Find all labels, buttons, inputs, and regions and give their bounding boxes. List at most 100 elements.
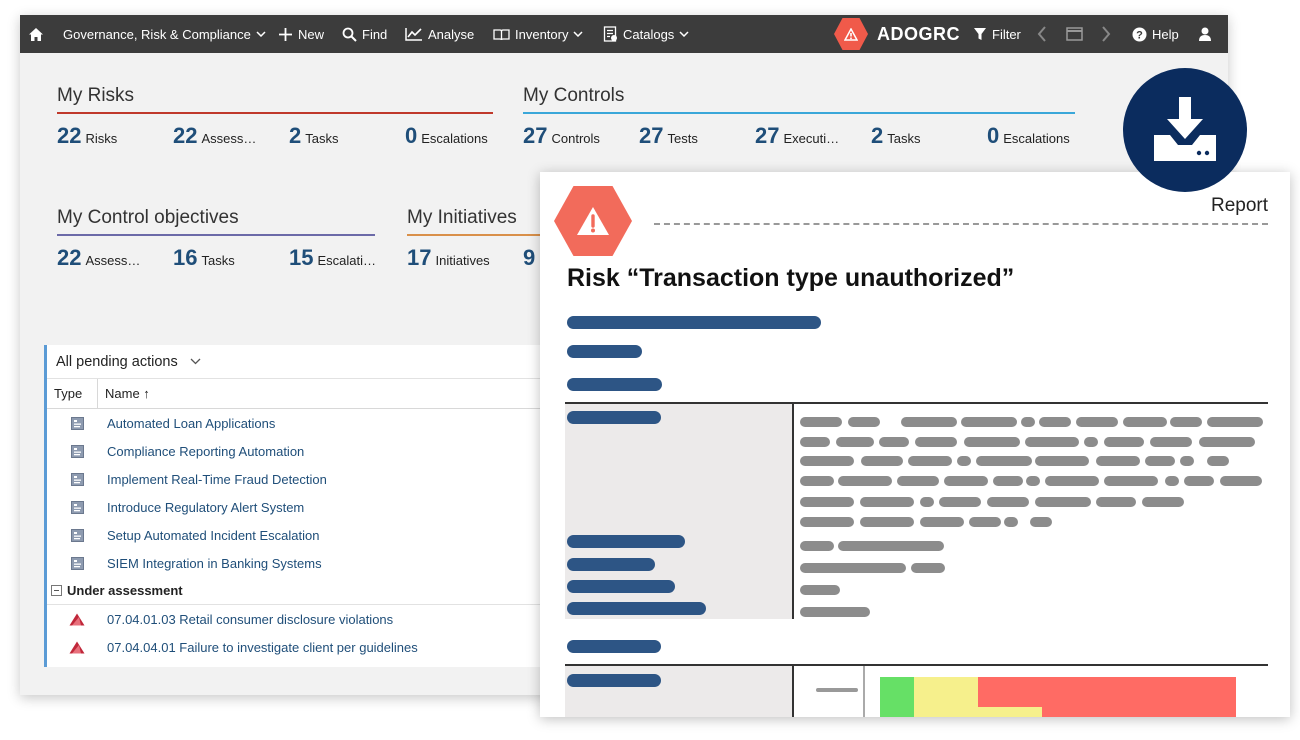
placeholder-text <box>1035 456 1089 466</box>
placeholder-text <box>861 456 903 466</box>
table-row[interactable]: 07.04.04.01 Failure to investigate clien… <box>47 633 584 661</box>
help-button[interactable]: ? Help <box>1132 15 1179 53</box>
user-button[interactable] <box>1198 15 1212 53</box>
window-button[interactable] <box>1066 15 1083 53</box>
row-name-link[interactable]: SIEM Integration in Banking Systems <box>107 556 322 571</box>
column-type[interactable]: Type <box>47 378 98 409</box>
placeholder-text <box>964 437 1020 447</box>
row-name-link[interactable]: 07.04.04.01 Failure to investigate clien… <box>107 640 418 655</box>
kpi-tasks[interactable]: 2 Tasks <box>289 123 338 149</box>
warning-icon <box>554 186 632 256</box>
download-button[interactable] <box>1123 68 1247 192</box>
placeholder-bar <box>567 674 661 687</box>
chevron-right-icon <box>1102 26 1111 42</box>
placeholder-text <box>1220 476 1262 486</box>
placeholder-text <box>976 456 1032 466</box>
placeholder-text <box>987 497 1029 507</box>
placeholder-text <box>1150 437 1192 447</box>
placeholder-text <box>800 456 854 466</box>
kpi-controls[interactable]: 27 Controls <box>523 123 600 149</box>
initiative-icon <box>47 528 107 542</box>
initiative-icon <box>47 416 107 430</box>
row-name-link[interactable]: Setup Automated Incident Escalation <box>107 528 319 543</box>
home-button[interactable] <box>28 15 44 53</box>
module-menu[interactable]: Governance, Risk & Compliance <box>63 15 266 53</box>
kpi-assessments[interactable]: 22 Assess… <box>57 245 140 271</box>
analyse-button[interactable]: Analyse <box>405 15 474 53</box>
home-icon <box>29 27 43 41</box>
placeholder-text <box>1180 456 1194 466</box>
pending-filter-label: All pending actions <box>56 353 178 370</box>
chevron-down-icon <box>190 358 201 365</box>
placeholder-bar <box>567 558 655 571</box>
new-button[interactable]: New <box>278 15 324 53</box>
kpi-tests[interactable]: 27 Tests <box>639 123 698 149</box>
kpi-escalations[interactable]: 0 Escalations <box>405 123 488 149</box>
placeholder-text <box>1076 417 1118 427</box>
widget-title: My Risks <box>57 85 493 114</box>
kpi-partial[interactable]: 9 <box>523 245 539 271</box>
divider <box>654 223 1268 225</box>
placeholder-text <box>1184 476 1214 486</box>
placeholder-text <box>969 517 1001 527</box>
row-name-link[interactable]: 07.04.01.03 Retail consumer disclosure v… <box>107 612 393 627</box>
row-name-link[interactable]: Automated Loan Applications <box>107 416 275 431</box>
table-row[interactable]: 07.04.01.03 Retail consumer disclosure v… <box>47 605 584 633</box>
search-icon <box>342 27 357 42</box>
placeholder-text <box>911 563 945 573</box>
table-row[interactable]: Implement Real-Time Fraud Detection <box>47 465 584 493</box>
placeholder-text <box>836 437 874 447</box>
placeholder-text <box>1123 417 1167 427</box>
catalogs-menu[interactable]: Catalogs <box>603 15 689 53</box>
table-row[interactable]: Introduce Regulatory Alert System <box>47 493 584 521</box>
column-name[interactable]: Name ↑ <box>98 386 150 401</box>
placeholder-text <box>1145 456 1175 466</box>
kpi-escalations[interactable]: 0 Escalations <box>987 123 1070 149</box>
kpi-initiatives[interactable]: 17 Initiatives <box>407 245 490 271</box>
warning-icon <box>834 18 868 50</box>
kpi-escalations[interactable]: 15 Escalati… <box>289 245 376 271</box>
group-under-assessment[interactable]: Under assessment <box>47 577 584 605</box>
placeholder-bar <box>567 640 661 653</box>
placeholder-text <box>800 607 870 617</box>
placeholder-tick <box>816 688 858 692</box>
placeholder-text <box>879 437 909 447</box>
placeholder-bar <box>567 602 706 615</box>
placeholder-text <box>838 476 892 486</box>
pending-filter-dropdown[interactable]: All pending actions <box>47 345 584 379</box>
table-row[interactable]: Automated Loan Applications <box>47 409 584 437</box>
collapse-icon[interactable] <box>51 585 62 596</box>
catalogs-label: Catalogs <box>623 26 675 42</box>
kpi-tasks[interactable]: 2 Tasks <box>871 123 920 149</box>
initiative-icon <box>47 444 107 458</box>
table-row[interactable]: SIEM Integration in Banking Systems <box>47 549 584 577</box>
placeholder-text <box>944 476 988 486</box>
find-button[interactable]: Find <box>342 15 387 53</box>
kpi-executions[interactable]: 27 Executi… <box>755 123 839 149</box>
kpi-tasks[interactable]: 16 Tasks <box>173 245 235 271</box>
filter-button[interactable]: Filter <box>973 15 1021 53</box>
placeholder-bar <box>567 580 675 593</box>
table-row[interactable]: Setup Automated Incident Escalation <box>47 521 584 549</box>
inventory-label: Inventory <box>515 26 569 42</box>
kpi-risks[interactable]: 22 Risks <box>57 123 117 149</box>
row-name-link[interactable]: Implement Real-Time Fraud Detection <box>107 472 327 487</box>
report-label: Report <box>1210 195 1268 216</box>
table-row[interactable]: Compliance Reporting Automation <box>47 437 584 465</box>
placeholder-text <box>1030 517 1052 527</box>
placeholder-text <box>1026 476 1040 486</box>
row-name-link[interactable]: Compliance Reporting Automation <box>107 444 304 459</box>
table-header: Type Name ↑ <box>47 378 584 409</box>
row-name-link[interactable]: Introduce Regulatory Alert System <box>107 500 304 515</box>
kpi-assessments[interactable]: 22 Assess… <box>173 123 256 149</box>
back-button[interactable] <box>1037 15 1047 53</box>
window-icon <box>1066 27 1083 41</box>
placeholder-bar <box>567 411 661 424</box>
placeholder-text <box>1035 497 1091 507</box>
inventory-menu[interactable]: Inventory <box>493 15 584 53</box>
widget-title: My Control objectives <box>57 207 375 236</box>
help-icon: ? <box>1132 27 1147 41</box>
forward-button[interactable] <box>1101 15 1111 53</box>
placeholder-bar <box>567 535 685 548</box>
chevron-down-icon <box>256 31 266 37</box>
